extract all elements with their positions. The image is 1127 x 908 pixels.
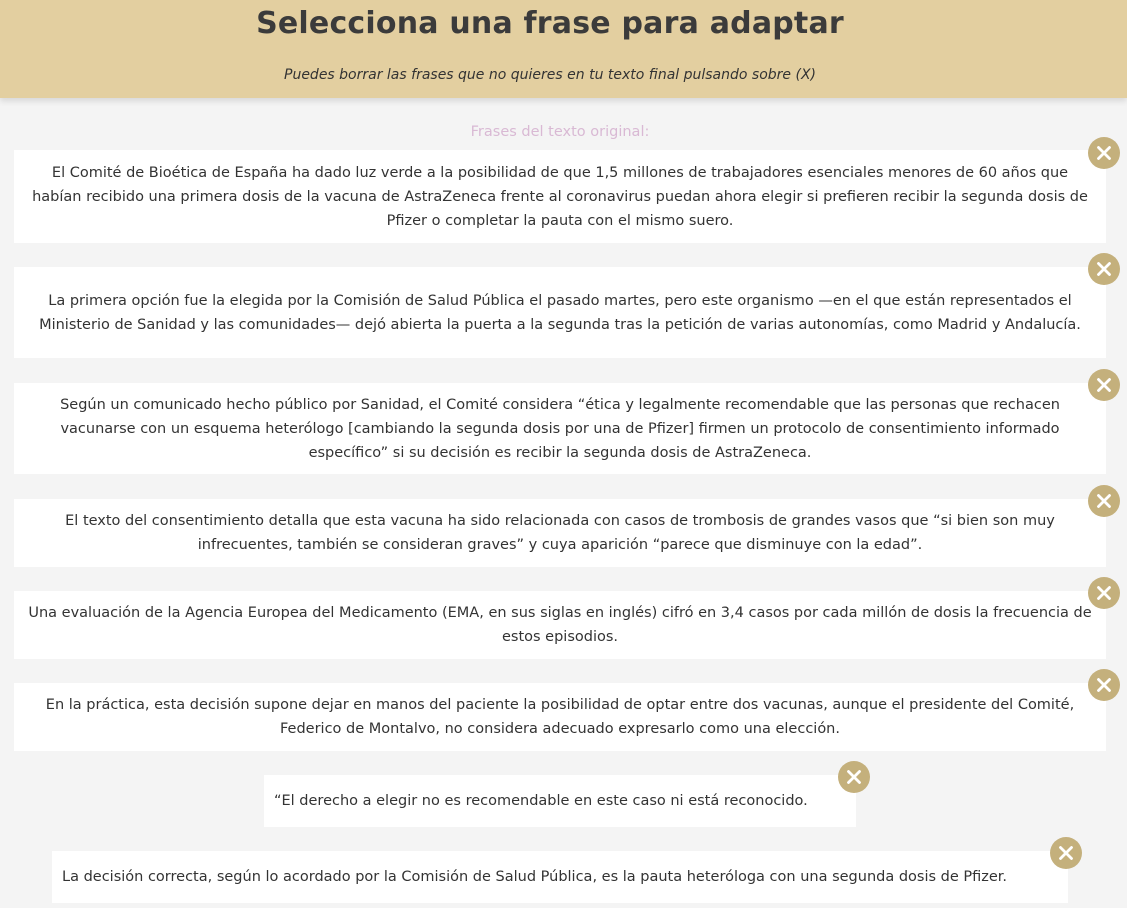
sentence-text: La primera opción fue la elegida por la … <box>39 292 1081 333</box>
delete-sentence-button[interactable] <box>1088 669 1120 701</box>
sentence-card[interactable]: El Comité de Bioética de España ha dado … <box>14 150 1106 243</box>
sentence-text: En la práctica, esta decisión supone dej… <box>45 697 1075 737</box>
delete-sentence-button[interactable] <box>838 761 870 793</box>
sentence-text: La decisión correcta, según lo acordado … <box>62 869 1008 885</box>
sentence-card[interactable]: “El derecho a elegir no es recomendable … <box>264 775 856 827</box>
page-subtitle: Puedes borrar las frases que no quieres … <box>284 67 816 83</box>
section-label: Frases del texto original: <box>470 124 650 140</box>
close-icon <box>1097 378 1111 392</box>
delete-sentence-button[interactable] <box>1088 253 1120 285</box>
sentence-text: “El derecho a elegir no es recomendable … <box>274 793 808 809</box>
delete-sentence-button[interactable] <box>1088 577 1120 609</box>
sentence-card[interactable]: La primera opción fue la elegida por la … <box>14 267 1106 358</box>
delete-sentence-button[interactable] <box>1088 485 1120 517</box>
close-icon <box>1059 846 1073 860</box>
sentence-text: Según un comunicado hecho público por Sa… <box>60 396 1060 461</box>
close-icon <box>847 770 861 784</box>
sentence-card[interactable]: Una evaluación de la Agencia Europea del… <box>14 591 1106 659</box>
close-icon <box>1097 494 1111 508</box>
sentence-text: El Comité de Bioética de España ha dado … <box>32 164 1088 229</box>
close-icon <box>1097 586 1111 600</box>
sentence-card[interactable]: La decisión correcta, según lo acordado … <box>52 851 1068 903</box>
delete-sentence-button[interactable] <box>1050 837 1082 869</box>
sentence-text: Una evaluación de la Agencia Europea del… <box>28 605 1092 645</box>
sentence-text: El texto del consentimiento detalla que … <box>65 513 1055 553</box>
sentence-card[interactable]: En la práctica, esta decisión supone dej… <box>14 683 1106 751</box>
sentence-card[interactable]: Según un comunicado hecho público por Sa… <box>14 383 1106 474</box>
close-icon <box>1097 146 1111 160</box>
close-icon <box>1097 678 1111 692</box>
close-icon <box>1097 262 1111 276</box>
delete-sentence-button[interactable] <box>1088 137 1120 169</box>
sentence-card[interactable]: El texto del consentimiento detalla que … <box>14 499 1106 567</box>
page-title: Selecciona una frase para adaptar <box>256 6 844 41</box>
page-header: Selecciona una frase para adaptar Puedes… <box>0 0 1127 98</box>
delete-sentence-button[interactable] <box>1088 369 1120 401</box>
